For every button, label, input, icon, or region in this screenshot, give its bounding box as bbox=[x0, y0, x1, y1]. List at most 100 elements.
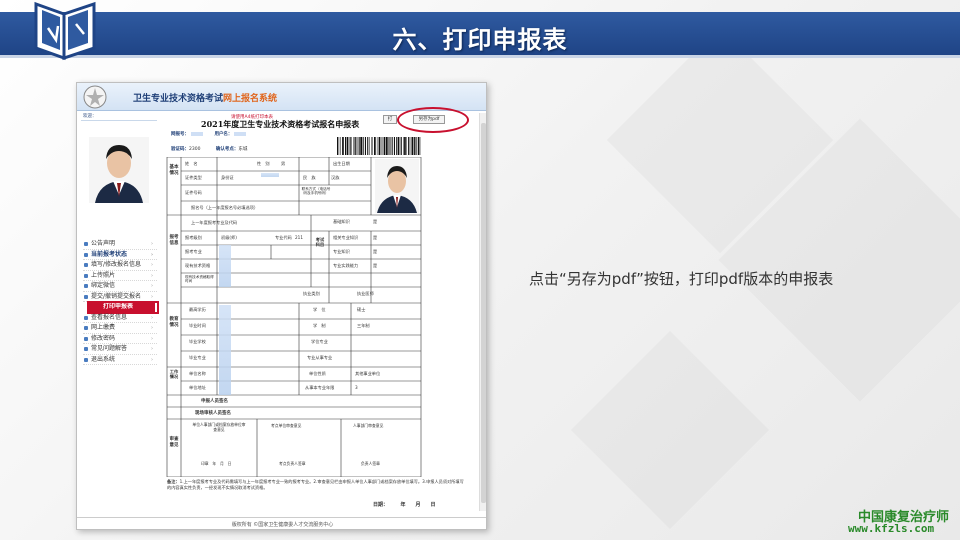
section-education: 教育情况 bbox=[169, 317, 179, 328]
menu-bullet-icon bbox=[84, 273, 88, 278]
value-major-code: 211 bbox=[295, 235, 303, 240]
sidebar-item-submit[interactable]: 提交/撤销提交报名 › bbox=[83, 292, 157, 302]
chevron-right-icon: › bbox=[150, 251, 153, 258]
label-last-year: 上一年度报考专业及代码 bbox=[191, 220, 238, 225]
sidebar-item-view-info[interactable]: 查看报名信息 › bbox=[83, 313, 157, 323]
form-title: 2021年度卫生专业技术资格考试报名申报表 bbox=[201, 119, 360, 129]
book-logo-icon bbox=[34, 1, 96, 61]
applicant-photo bbox=[89, 137, 149, 203]
application-form: 请使用A4纸打印本表 2021年度卫生专业技术资格考试报名申报表 打 另存为pd… bbox=[161, 107, 479, 511]
sidebar-item-label: 常见问题解答 bbox=[91, 345, 128, 352]
label-review-employer: 单位人事部门或档案存放单位审查意见 bbox=[192, 422, 246, 432]
label-degree-major: 学位专业 bbox=[311, 339, 328, 344]
label-subject-major: 专业知识 bbox=[333, 249, 350, 254]
chevron-right-icon: › bbox=[151, 325, 153, 331]
sidebar-item-logout[interactable]: 退出系统 › bbox=[83, 355, 157, 365]
net-no-label: 网报号： bbox=[171, 132, 189, 137]
label-work-years: 从事本专业年限 bbox=[305, 385, 335, 390]
chevron-right-icon: › bbox=[151, 241, 153, 247]
redacted-value bbox=[191, 131, 203, 136]
form-note: 备注：1.上一年度报考专业及代码需填写与上一年度报考专业一致的报考专业。2.审查… bbox=[167, 479, 467, 490]
menu-bullet-icon bbox=[84, 284, 88, 288]
sidebar-item-announcement[interactable]: 公告声明 › bbox=[83, 239, 157, 250]
label-ethnicity: 民 族 bbox=[303, 175, 316, 180]
note-text: 1.上一年度报考专业及代码需填写与上一年度报考专业一致的报考专业。2.审查意见栏… bbox=[167, 479, 464, 490]
label-name: 姓 名 bbox=[185, 161, 198, 166]
value-subject-practice: 是 bbox=[373, 263, 378, 268]
menu-bullet-icon bbox=[84, 357, 88, 362]
value-level: 初级(师) bbox=[221, 235, 237, 240]
chevron-right-icon: › bbox=[151, 272, 153, 279]
label-reviewer-sign: 现场审核人员签名 bbox=[195, 411, 231, 416]
registration-system-screenshot: 卫生专业技术资格考试网上报名系统 欢迎： 公告声明 › 当前报考状态 › 填写/修改… bbox=[76, 82, 487, 530]
sidebar-item-upload-photo[interactable]: 上传照片 › bbox=[83, 271, 157, 281]
net-no-row: 网报号： 用户名： bbox=[171, 131, 248, 137]
label-major: 报考专业 bbox=[185, 249, 202, 254]
sidebar-item-print[interactable]: 打印申报表 bbox=[89, 302, 155, 313]
bg-diamond-3 bbox=[571, 331, 769, 529]
label-subjects: 考试科目 bbox=[315, 237, 325, 248]
label-duration: 学 制 bbox=[313, 323, 326, 328]
sidebar-item-label: 网上缴费 bbox=[91, 324, 116, 331]
print-button[interactable]: 打 bbox=[383, 115, 397, 124]
value-id-type: 身份证 bbox=[221, 175, 234, 180]
copyright: 版权所有 ©国家卫生健康委人才交流服务中心 bbox=[77, 517, 486, 528]
label-id-no: 证件号码 bbox=[185, 190, 202, 195]
sidebar-item-payment[interactable]: 网上缴费 › bbox=[83, 323, 157, 334]
value-work-years: 3 bbox=[355, 385, 358, 390]
value-subject-major: 是 bbox=[373, 249, 378, 254]
chevron-right-icon: › bbox=[151, 293, 153, 300]
chevron-right-icon: › bbox=[151, 314, 153, 321]
label-grad-major: 毕业专业 bbox=[189, 355, 206, 360]
label-school: 毕业学校 bbox=[189, 339, 206, 344]
system-title-sub: 网上报名系统 bbox=[223, 94, 278, 104]
label-grad-date: 毕业时间 bbox=[189, 323, 206, 328]
label-hr-sign: 负责人签章 bbox=[361, 461, 380, 466]
sidebar-item-edit-info[interactable]: 填写/修改报名信息 › bbox=[83, 260, 157, 271]
value-practice-type: 执业医师 bbox=[357, 291, 374, 296]
section-work: 工作情况 bbox=[169, 369, 179, 380]
chevron-right-icon: › bbox=[151, 283, 153, 289]
vertical-scrollbar[interactable] bbox=[479, 113, 486, 511]
barcode-icon bbox=[337, 137, 421, 155]
system-title: 卫生专业技术资格考试网上报名系统 bbox=[133, 91, 277, 104]
note-label: 备注： bbox=[167, 479, 180, 484]
sidebar-item-faq[interactable]: 常见问题解答 › bbox=[83, 344, 157, 355]
label-subject-basic: 基础知识 bbox=[333, 219, 350, 224]
menu-bullet-icon bbox=[84, 336, 88, 341]
label-reg-no: 报名号（上一年度报名号必填选项） bbox=[191, 205, 259, 210]
label-subject-related: 相关专业知识 bbox=[333, 235, 359, 240]
sidebar: 欢迎： 公告声明 › 当前报考状态 › 填写/修改报名信息 › 上传照片 › 绑定微信 ›… bbox=[81, 113, 159, 453]
label-current-title: 现有技术资格 bbox=[185, 263, 211, 268]
health-emblem-icon bbox=[83, 85, 107, 109]
confirm-label: 确认考点： bbox=[215, 147, 239, 152]
confirm-value: 东城 bbox=[238, 147, 248, 152]
menu-bullet-icon bbox=[84, 263, 88, 267]
verify-value: 2300 bbox=[189, 147, 201, 152]
label-birth: 出生日期 bbox=[333, 161, 350, 166]
label-education: 最高学历 bbox=[189, 307, 206, 312]
sidebar-item-bind-wechat[interactable]: 绑定微信 › bbox=[83, 281, 157, 292]
label-seal-date: 印章 年 月 日 bbox=[201, 461, 232, 466]
value-employer-type: 其他事业单位 bbox=[355, 371, 381, 376]
sidebar-item-label: 上传照片 bbox=[91, 271, 116, 279]
save-as-pdf-button[interactable]: 另存为pdf bbox=[413, 115, 445, 124]
label-id-type: 证件类型 bbox=[185, 175, 202, 180]
slide-header-bar: 六、打印申报表 bbox=[0, 12, 960, 58]
menu-bullet-icon bbox=[84, 252, 88, 257]
system-title-main: 卫生专业技术资格考试 bbox=[133, 94, 224, 104]
sidebar-item-label: 查看报名信息 bbox=[91, 313, 128, 321]
label-gender: 性 别 bbox=[257, 161, 270, 166]
sidebar-item-status[interactable]: 当前报考状态 › bbox=[83, 250, 157, 260]
label-level: 报考级别 bbox=[185, 235, 202, 240]
label-employer-type: 单位性质 bbox=[309, 371, 326, 376]
value-ethnicity: 汉族 bbox=[331, 175, 340, 180]
user-label: 用户名： bbox=[214, 132, 233, 137]
label-review-hr: 人事部门审查意见 bbox=[353, 423, 384, 428]
sidebar-item-label: 打印申报表 bbox=[103, 303, 134, 310]
menu-bullet-icon bbox=[84, 347, 88, 351]
redacted-value bbox=[234, 131, 247, 136]
scrollbar-thumb[interactable] bbox=[481, 123, 486, 503]
sidebar-item-password[interactable]: 修改密码 › bbox=[83, 334, 157, 344]
welcome-text: 欢迎： bbox=[81, 113, 157, 121]
